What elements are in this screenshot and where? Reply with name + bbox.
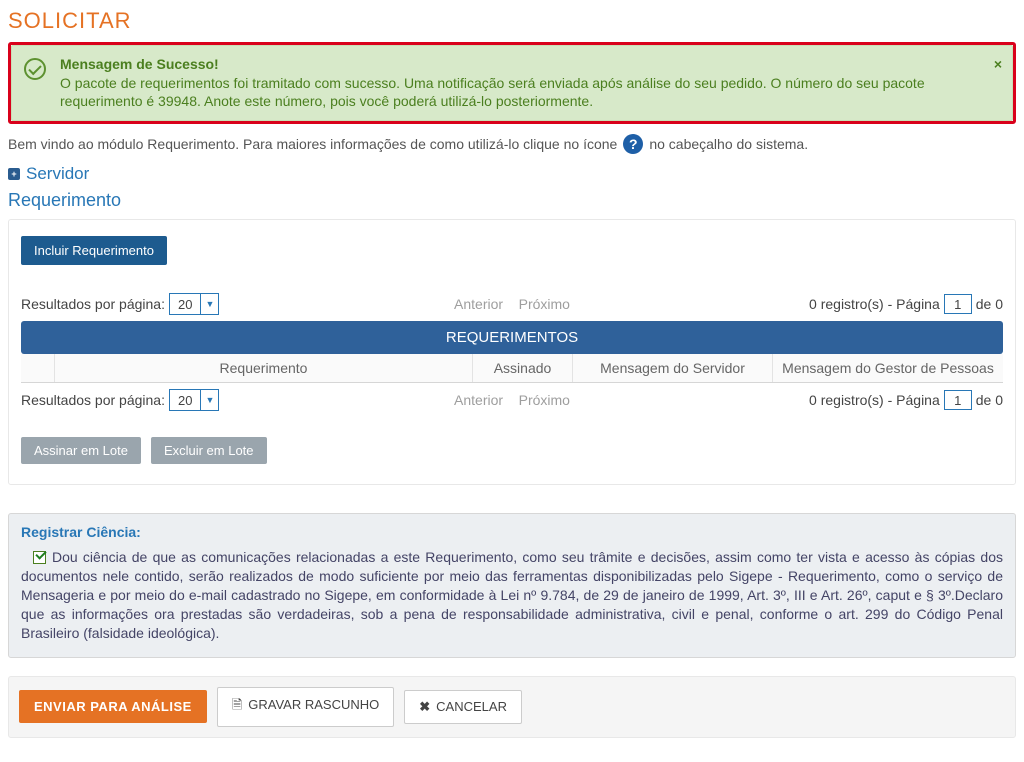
pager-next[interactable]: Próximo (519, 296, 570, 312)
ciencia-checkbox[interactable] (33, 551, 46, 564)
servidor-section-toggle[interactable]: + Servidor (8, 164, 1016, 184)
gravar-rascunho-label: GRAVAR RASCUNHO (248, 697, 379, 712)
requerimento-panel: Incluir Requerimento Resultados por pági… (8, 219, 1016, 485)
table-header-assinado: Assinado (473, 354, 573, 382)
results-per-page-select[interactable]: 20 ▼ (169, 293, 219, 315)
excluir-lote-button[interactable]: Excluir em Lote (151, 437, 267, 464)
results-per-page-select-bottom[interactable]: 20 ▼ (169, 389, 219, 411)
pager-next-bottom[interactable]: Próximo (519, 392, 570, 408)
pager-prev[interactable]: Anterior (454, 296, 503, 312)
registrar-ciencia-title: Registrar Ciência: (21, 524, 1003, 540)
cancelar-button[interactable]: ✖ CANCELAR (404, 690, 522, 724)
expand-plus-icon: + (8, 168, 20, 180)
results-bottom-row: Resultados por página: 20 ▼ Anterior Pró… (21, 389, 1003, 411)
results-per-page-value: 20 (170, 297, 200, 312)
incluir-requerimento-button[interactable]: Incluir Requerimento (21, 236, 167, 265)
help-icon[interactable]: ? (623, 134, 643, 154)
page-number-input-bottom[interactable] (944, 390, 972, 410)
gravar-rascunho-button[interactable]: GRAVAR RASCUNHO (217, 687, 394, 727)
de-suffix: de 0 (976, 296, 1003, 312)
cancelar-label: CANCELAR (436, 699, 507, 714)
results-label-bottom: Resultados por página: (21, 392, 165, 408)
intro-before: Bem vindo ao módulo Requerimento. Para m… (8, 136, 617, 152)
alert-close-button[interactable]: × (994, 56, 1002, 72)
table-header-checkbox[interactable] (21, 354, 55, 382)
table-header-row: Requerimento Assinado Mensagem do Servid… (21, 354, 1003, 383)
assinar-lote-button[interactable]: Assinar em Lote (21, 437, 141, 464)
page-number-input[interactable] (944, 294, 972, 314)
table-title-band: REQUERIMENTOS (21, 321, 1003, 354)
requerimento-section-title: Requerimento (8, 190, 1016, 211)
cancel-x-icon: ✖ (419, 699, 430, 714)
results-top-row: Resultados por página: 20 ▼ Anterior Pró… (21, 293, 1003, 315)
ciencia-text: Dou ciência de que as comunicações relac… (21, 549, 1003, 641)
results-per-page-value-bottom: 20 (170, 393, 200, 408)
save-icon (232, 697, 248, 712)
alert-highlight-frame: × Mensagem de Sucesso! O pacote de reque… (8, 42, 1016, 124)
enviar-analise-button[interactable]: ENVIAR PARA ANÁLISE (19, 690, 207, 723)
chevron-down-icon: ▼ (200, 390, 218, 410)
de-suffix-bottom: de 0 (976, 392, 1003, 408)
success-alert: × Mensagem de Sucesso! O pacote de reque… (11, 45, 1013, 121)
pager-prev-bottom[interactable]: Anterior (454, 392, 503, 408)
success-check-icon (24, 58, 46, 80)
alert-title: Mensagem de Sucesso! (60, 56, 982, 72)
registrar-ciencia-panel: Registrar Ciência: Dou ciência de que as… (8, 513, 1016, 657)
registros-text-bottom: 0 registro(s) - Página (809, 392, 940, 408)
alert-body: O pacote de requerimentos foi tramitado … (60, 74, 982, 110)
servidor-label: Servidor (26, 164, 89, 184)
results-label: Resultados por página: (21, 296, 165, 312)
action-bar: ENVIAR PARA ANÁLISE GRAVAR RASCUNHO ✖ CAN… (8, 676, 1016, 738)
registros-text: 0 registro(s) - Página (809, 296, 940, 312)
intro-after: no cabeçalho do sistema. (649, 136, 808, 152)
chevron-down-icon: ▼ (200, 294, 218, 314)
table-header-requerimento: Requerimento (55, 354, 473, 382)
intro-text: Bem vindo ao módulo Requerimento. Para m… (8, 134, 1016, 154)
table-header-msg-servidor: Mensagem do Servidor (573, 354, 773, 382)
page-title: SOLICITAR (8, 8, 1016, 34)
registrar-ciencia-body: Dou ciência de que as comunicações relac… (21, 548, 1003, 642)
table-header-msg-gestor: Mensagem do Gestor de Pessoas (773, 354, 1003, 382)
